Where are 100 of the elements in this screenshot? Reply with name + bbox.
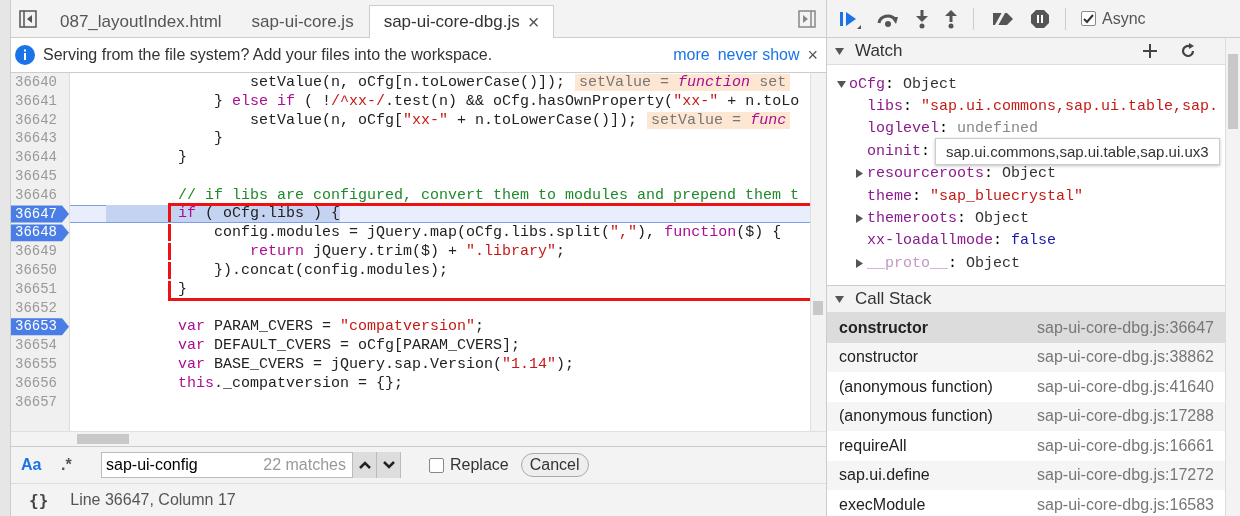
cancel-button[interactable]: Cancel [520, 453, 589, 477]
code-line: var DEFAULT_CVERS = oCfg[PARAM_CVERS]; [177, 337, 521, 355]
line-number: 36646 [14, 185, 58, 205]
line-number: 36652 [14, 298, 58, 318]
call-frame[interactable]: constructor sap-ui-core-dbg.js:36647 [827, 313, 1226, 343]
collapsed-triangle-icon[interactable] [855, 258, 864, 268]
pause-on-exceptions-icon[interactable] [1030, 8, 1050, 29]
section-title: Watch [855, 41, 904, 61]
inline-value: setValue = function set [575, 73, 791, 91]
section-header[interactable]: Watch [827, 38, 1226, 65]
collapsed-triangle-icon[interactable] [855, 169, 864, 179]
expanded-triangle-icon[interactable] [835, 46, 844, 56]
watch-property: libs: "sap.ui.commons,sap.ui.table,sap. [867, 98, 1219, 116]
file-tab[interactable]: 087_layoutIndex.html [45, 5, 237, 38]
function-name: execModule [839, 495, 927, 514]
line-number: 36657 [14, 392, 58, 412]
function-name: requireAll [839, 436, 908, 455]
code-line: } [213, 130, 224, 148]
expanded-triangle-icon[interactable] [837, 79, 846, 89]
watch-property: oninit: [867, 142, 931, 160]
code-line: var PARAM_CVERS = "compatversion"; [177, 318, 485, 336]
code-line: return jQuery.trim($) + ".library"; [249, 243, 566, 261]
replace-label: Replace [450, 456, 509, 474]
breakpoint-marker[interactable]: 36653 [11, 317, 69, 337]
code-line: } [177, 149, 187, 167]
match-case-toggle[interactable]: Aa [21, 456, 49, 474]
scrollbar[interactable] [1225, 38, 1240, 516]
replace-checkbox[interactable] [429, 457, 444, 473]
line-number: 36640 [14, 73, 58, 92]
watch-property: resourceroots: Object [867, 165, 1057, 183]
source-location: sap-ui-core-dbg.js:17288 [1037, 407, 1214, 426]
line-number: 36656 [14, 373, 58, 393]
match-count: 22 matches [263, 456, 347, 474]
line-number: 36643 [14, 129, 58, 149]
async-checkbox[interactable] [1081, 11, 1096, 26]
call-frame[interactable]: sap.ui.define sap-ui-core-dbg.js:17272 [827, 460, 1226, 490]
call-frame[interactable]: constructor sap-ui-core-dbg.js:38862 [827, 342, 1226, 372]
step-into-icon[interactable] [915, 8, 929, 29]
function-name: sap.ui.define [839, 466, 931, 485]
code-line: this._compatversion = {}; [177, 374, 404, 392]
source-location: sap-ui-core-dbg.js:16661 [1037, 436, 1214, 455]
watch-property: themeroots: Object [867, 210, 1030, 228]
async-label: Async [1102, 9, 1146, 28]
info-icon [15, 45, 35, 65]
scrollbar[interactable] [810, 73, 826, 431]
code-line: setValue(n, oCfg[n.toLowerCase()]); [249, 73, 566, 91]
watch-property: oCfg: Object [849, 75, 958, 93]
function-name: constructor [839, 348, 920, 367]
function-name: (anonymous function) [839, 407, 994, 426]
call-frame[interactable]: (anonymous function) sap-ui-core-dbg.js:17288 [827, 401, 1226, 431]
line-number: 36651 [14, 279, 58, 299]
line-number: 36641 [14, 91, 58, 111]
expanded-triangle-icon[interactable] [835, 294, 844, 304]
section-header[interactable]: Call Stack [827, 286, 1226, 313]
code-line: var BASE_CVERS = jQuery.sap.Version("1.14"); [177, 355, 575, 373]
close-icon[interactable]: × [527, 10, 540, 34]
next-match-button[interactable] [376, 452, 400, 478]
source-location: sap-ui-core-dbg.js:41640 [1037, 377, 1214, 396]
file-tab[interactable]: sap-ui-core-dbg.js × [368, 5, 555, 38]
line-number: 36654 [14, 336, 58, 355]
inline-value: setValue = func [647, 111, 791, 129]
previous-match-button[interactable] [352, 452, 376, 478]
tooltip: sap.ui.commons,sap.ui.table,sap.ui.ux3 [935, 138, 1220, 165]
chevron-down-icon [382, 461, 395, 469]
function-name: constructor [839, 318, 929, 337]
step-out-icon[interactable] [944, 8, 958, 29]
source-location: sap-ui-core-dbg.js:17272 [1037, 466, 1214, 485]
line-number: 36649 [14, 242, 58, 261]
refresh-icon[interactable] [1180, 43, 1196, 59]
pretty-print-button[interactable]: {} [29, 490, 49, 510]
info-link[interactable]: more [673, 46, 710, 64]
search-field[interactable]: sap-ui-config 22 matches [101, 452, 401, 478]
info-link[interactable]: never show [717, 46, 800, 64]
close-icon[interactable]: × [807, 44, 818, 66]
section-title: Call Stack [855, 289, 933, 309]
code-line: // if libs are configured, convert them to modules and prepend them t [177, 186, 800, 204]
collapsed-triangle-icon[interactable] [855, 214, 864, 224]
source-location: sap-ui-core-dbg.js:38862 [1037, 348, 1214, 367]
horizontal-scrollbar[interactable] [11, 431, 826, 446]
breakpoint-marker[interactable]: 36647 [11, 204, 69, 224]
line-number: 36645 [14, 167, 58, 186]
watch-property: xx-loadallmode: false [867, 232, 1057, 250]
watch-property: theme: "sap_bluecrystal" [867, 187, 1084, 205]
chevron-up-icon [358, 461, 371, 469]
source-location: sap-ui-core-dbg.js:16583 [1037, 495, 1214, 514]
code-line: setValue(n, oCfg["xx-" + n.toLowerCase()]); [249, 111, 638, 129]
code-line: config.modules = jQuery.map(oCfg.libs.split(","), function($) { [213, 224, 782, 242]
add-icon[interactable] [1142, 43, 1158, 59]
line-number: 36642 [14, 110, 58, 130]
code-line: }).concat(config.modules); [213, 261, 449, 279]
line-number: 36650 [14, 260, 58, 280]
line-number: 36655 [14, 354, 58, 374]
line-number: 36644 [14, 148, 58, 167]
breakpoint-marker[interactable]: 36648 [11, 223, 69, 243]
regex-toggle[interactable]: .* [61, 456, 89, 474]
code-line: } [177, 280, 187, 298]
file-tab[interactable]: sap-ui-core.js [236, 5, 369, 38]
watch-property: __proto__: Object [867, 254, 1021, 272]
info-message: Serving from the file system? Add your files into the workspace. [43, 46, 494, 64]
function-name: (anonymous function) [839, 377, 994, 396]
